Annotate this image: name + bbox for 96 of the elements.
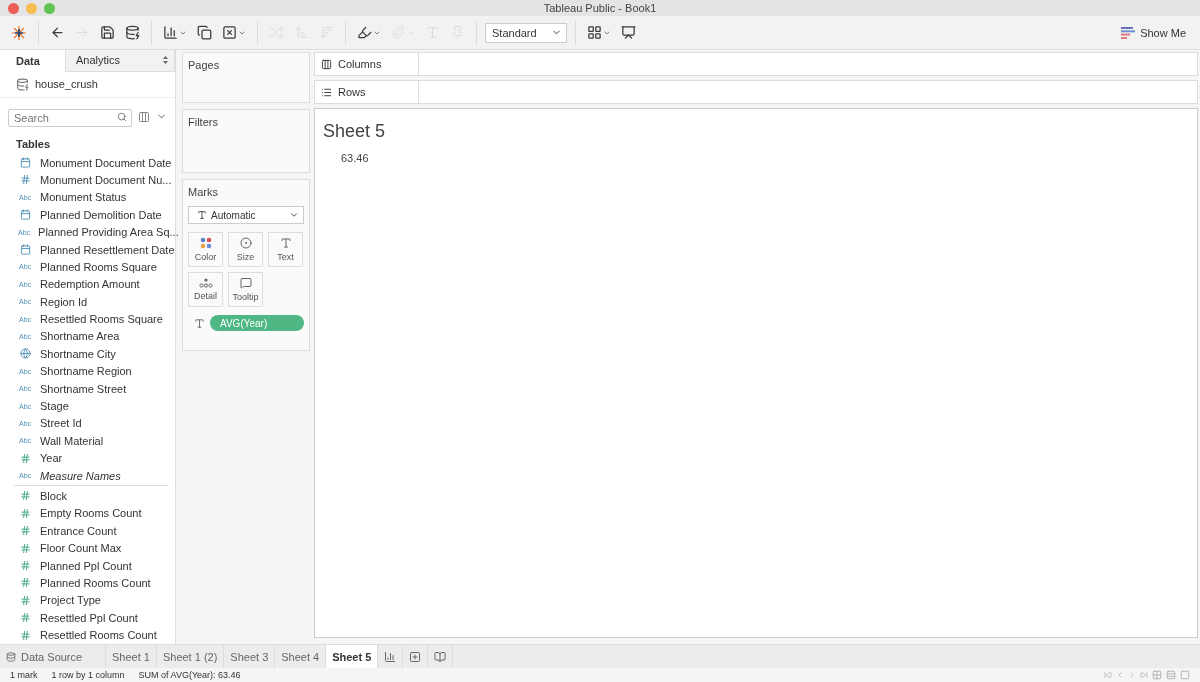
- card-title: Filters: [188, 116, 219, 128]
- grid-icon[interactable]: [1152, 670, 1162, 680]
- hash-icon: [19, 507, 31, 519]
- hash-icon: [19, 490, 31, 502]
- search-icon: [117, 111, 127, 122]
- hash-icon: [19, 452, 31, 464]
- field-name[interactable]: Resettled Ppl Count: [40, 611, 138, 624]
- field-name[interactable]: Planned Demolition Date: [40, 208, 162, 221]
- datasource-icon: [16, 77, 29, 91]
- hash-icon: [19, 594, 31, 606]
- rows-view-icon[interactable]: [1166, 670, 1176, 680]
- field-name[interactable]: Shortname Region: [40, 365, 132, 378]
- card-title: Pages: [188, 59, 221, 71]
- sheet-title: Sheet 5: [323, 121, 387, 142]
- field-name[interactable]: Planned Rooms Count: [40, 576, 151, 589]
- bars-icon: [1121, 26, 1136, 39]
- next-icon[interactable]: [1128, 671, 1136, 679]
- field-name[interactable]: Stage: [40, 400, 69, 413]
- search-field[interactable]: Search: [8, 108, 132, 127]
- hash-icon: [19, 629, 31, 641]
- new-dashboard-icon: [409, 650, 422, 663]
- pane-tab[interactable]: Analytics: [66, 50, 175, 72]
- field-name[interactable]: Shortname Street: [40, 382, 127, 395]
- field-name[interactable]: Block: [40, 490, 67, 502]
- window-title: Tableau Public - Book1: [543, 2, 657, 14]
- last-icon[interactable]: [1140, 671, 1148, 679]
- field-name[interactable]: Monument Status: [40, 191, 127, 204]
- calendar-icon: [19, 209, 31, 221]
- field-name[interactable]: Year: [40, 452, 63, 465]
- database-icon: [6, 651, 16, 662]
- text-mark-button[interactable]: Text: [268, 232, 303, 267]
- hash-icon: [19, 174, 31, 186]
- minimize-button[interactable]: [26, 2, 37, 14]
- show-me-button[interactable]: Show Me: [1115, 25, 1192, 40]
- globe-icon: [19, 348, 31, 360]
- color-mark-button[interactable]: Color: [188, 232, 223, 267]
- field-name[interactable]: Entrance Count: [40, 524, 117, 537]
- shelf-label: Columns: [315, 53, 419, 75]
- field-name[interactable]: Planned Rooms Square: [40, 260, 157, 273]
- field-name[interactable]: Region Id: [40, 295, 88, 308]
- close-button[interactable]: [8, 2, 19, 14]
- hash-icon: [19, 577, 31, 589]
- field-name[interactable]: Shortname Area: [40, 330, 120, 343]
- tooltip-mark-button[interactable]: Tooltip: [228, 272, 263, 307]
- calendar-icon: [19, 244, 31, 255]
- single-view-icon[interactable]: [1180, 670, 1190, 680]
- size-circles-icon: [239, 237, 252, 249]
- columns-icon[interactable]: [138, 110, 150, 123]
- status-text: SUM of AVG(Year): 63.46: [138, 670, 241, 680]
- shelf-label: Rows: [315, 81, 419, 103]
- field-name[interactable]: Monument Document Date: [40, 156, 172, 169]
- status-text: 1 row by 1 column: [51, 670, 125, 680]
- new-story-icon: [434, 650, 447, 663]
- text-icon: [279, 237, 292, 249]
- detail-dots-icon: [198, 278, 213, 288]
- previous-icon[interactable]: [1116, 671, 1124, 679]
- hash-icon: [19, 525, 31, 537]
- field-name[interactable]: Planned Resettlement Date: [40, 243, 175, 256]
- text-icon: [197, 210, 207, 220]
- field-name[interactable]: Resettled Rooms Square: [40, 313, 163, 326]
- color-dots-icon: [199, 237, 212, 249]
- card-title: Marks: [188, 186, 219, 198]
- fit-dropdown[interactable]: Standard: [485, 22, 567, 43]
- field-name[interactable]: Measure Names: [40, 469, 121, 482]
- new-sheet-icon: [384, 650, 397, 663]
- field-name[interactable]: Street Id: [40, 417, 82, 430]
- hash-icon: [19, 560, 31, 572]
- field-name[interactable]: Wall Material: [40, 434, 104, 447]
- status-text: 1 mark: [10, 670, 38, 680]
- field-name[interactable]: Empty Rooms Count: [40, 507, 142, 520]
- hash-icon: [19, 612, 31, 624]
- datasource-name[interactable]: house_crush: [35, 78, 98, 91]
- field-name[interactable]: Shortname City: [40, 347, 116, 360]
- hash-icon: [19, 542, 31, 554]
- detail-mark-button[interactable]: Detail: [188, 272, 223, 307]
- caret-icon: [289, 210, 299, 220]
- field-name[interactable]: Redemption Amount: [40, 278, 140, 291]
- first-icon[interactable]: [1104, 671, 1112, 679]
- field-name[interactable]: Planned Providing Area Sq...: [38, 226, 179, 239]
- field-name[interactable]: Project Type: [40, 594, 101, 607]
- field-name[interactable]: Monument Document Nu...: [40, 173, 172, 186]
- zoom-button[interactable]: [44, 2, 55, 14]
- calendar-icon: [19, 157, 31, 169]
- rows-icon: [321, 86, 332, 98]
- mark-type-dropdown[interactable]: Automatic: [188, 206, 304, 224]
- field-name[interactable]: Floor Count Max: [40, 542, 122, 555]
- tables-heading: Tables: [15, 136, 52, 152]
- field-name[interactable]: Resettled Rooms Count: [40, 629, 157, 642]
- sheet-tab[interactable]: Sheet 5: [326, 645, 379, 668]
- columns-icon: [321, 58, 332, 70]
- text-icon: [194, 317, 205, 329]
- value-text: 63.46: [340, 152, 370, 164]
- tooltip-icon: [239, 277, 252, 289]
- updown-icon: [163, 56, 168, 65]
- size-mark-button[interactable]: Size: [228, 232, 263, 267]
- field-name[interactable]: Planned Ppl Count: [40, 559, 132, 572]
